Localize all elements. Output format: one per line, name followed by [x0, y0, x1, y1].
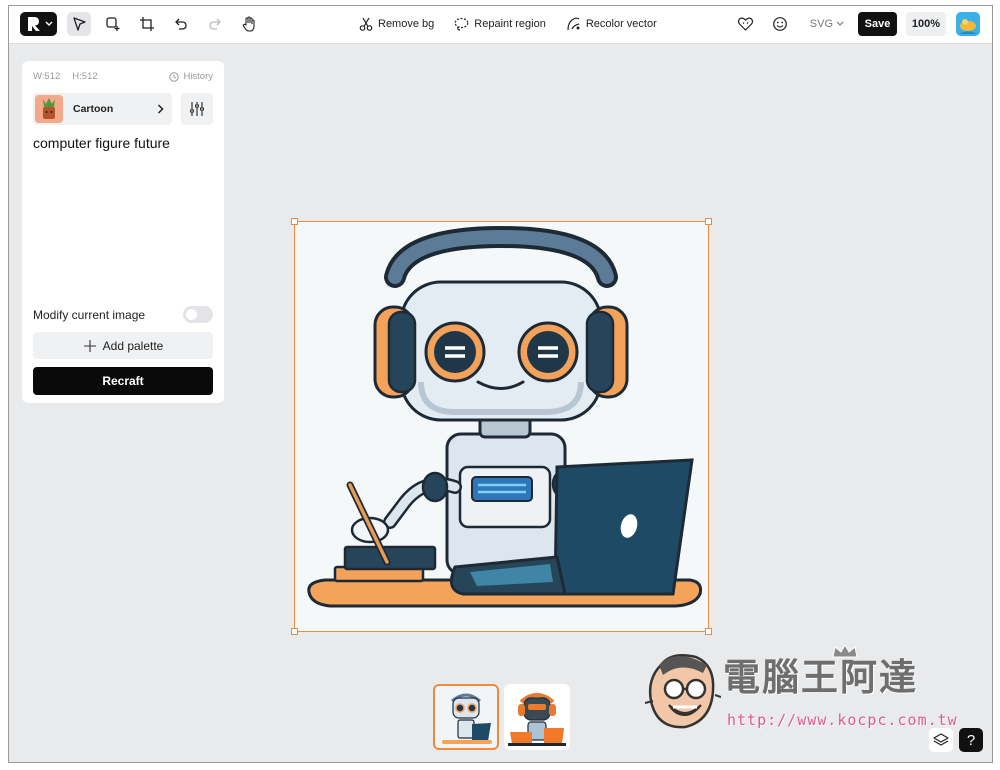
smiley-icon — [772, 17, 787, 31]
style-label: Cartoon — [73, 103, 114, 115]
redo-icon — [209, 18, 221, 30]
hand-icon — [242, 16, 255, 32]
app-menu-button[interactable] — [20, 12, 57, 36]
select-tool[interactable] — [67, 12, 91, 36]
clock-icon — [169, 71, 180, 82]
redo-button[interactable] — [203, 12, 227, 36]
style-selector[interactable]: Cartoon — [33, 93, 172, 125]
resize-handle-bottom-left[interactable] — [291, 628, 298, 635]
generated-image[interactable] — [291, 218, 712, 635]
right-toolbar-group: SVG Save 100% — [734, 12, 980, 36]
history-label: History — [183, 71, 213, 82]
cactus-pot-image — [35, 95, 63, 123]
modify-current-image-row: Modify current image — [33, 306, 213, 323]
add-palette-label: Add palette — [102, 338, 164, 353]
watermark-url: http://www.kocpc.com.tw — [727, 711, 958, 729]
user-avatar[interactable] — [956, 12, 980, 36]
modify-toggle[interactable] — [183, 306, 213, 323]
save-button[interactable]: Save — [858, 12, 897, 36]
crop-tool[interactable] — [135, 12, 159, 36]
logo-icon — [27, 17, 40, 31]
generation-panel: W:512 H:512 History Cartoon computer fig… — [22, 61, 224, 403]
ai-tools-group: Remove bg Repaint region Recolor vector — [359, 14, 657, 34]
width-value: W:512 — [33, 71, 61, 82]
format-label: SVG — [809, 18, 833, 30]
scissors-icon — [359, 17, 373, 31]
modify-label: Modify current image — [33, 307, 146, 322]
plus-icon — [83, 339, 96, 352]
crop-icon — [140, 17, 154, 31]
style-thumbnail — [35, 95, 63, 123]
chevron-down-icon — [45, 21, 52, 26]
watermark: 電腦王阿達 http://www.kocpc.com.tw — [641, 643, 961, 738]
undo-button[interactable] — [169, 12, 193, 36]
watermark-title: 電腦王阿達 — [723, 656, 918, 699]
resize-handle-top-left[interactable] — [291, 218, 298, 225]
recolor-icon — [567, 17, 580, 31]
layers-icon — [933, 733, 949, 746]
layers-button[interactable] — [929, 728, 953, 752]
add-palette-button[interactable]: Add palette — [33, 332, 213, 359]
height-value: H:512 — [72, 71, 98, 82]
variation-thumbnail[interactable] — [433, 684, 499, 750]
prompt-textarea[interactable]: computer figure future — [33, 135, 170, 151]
face-tool-button[interactable] — [768, 12, 792, 36]
heart-face-icon — [738, 17, 754, 31]
recolor-vector-button[interactable]: Recolor vector — [566, 14, 657, 34]
sliders-icon — [190, 102, 204, 116]
history-button[interactable]: History — [169, 71, 213, 82]
repaint-region-button[interactable]: Repaint region — [454, 14, 546, 34]
robot-thumbnail-image — [436, 687, 496, 747]
avatar-image — [956, 12, 980, 36]
top-toolbar: Remove bg Repaint region Recolor vector … — [9, 6, 992, 44]
format-dropdown[interactable]: SVG — [810, 18, 844, 30]
resize-handle-bottom-right[interactable] — [705, 628, 712, 635]
remove-bg-button[interactable]: Remove bg — [359, 14, 434, 34]
mockup-button[interactable] — [734, 12, 758, 36]
style-settings-button[interactable] — [181, 93, 213, 125]
cursor-icon — [73, 17, 86, 31]
remove-bg-label: Remove bg — [378, 18, 435, 30]
robot-thumbnail-image — [504, 684, 570, 750]
variation-thumbnail[interactable] — [504, 684, 570, 750]
undo-icon — [175, 18, 187, 30]
hand-tool[interactable] — [237, 12, 261, 36]
recraft-button[interactable]: Recraft — [33, 367, 213, 395]
resize-handle-top-right[interactable] — [705, 218, 712, 225]
frame-plus-icon — [106, 17, 120, 31]
lasso-icon — [454, 17, 469, 31]
watermark-mascot-image — [644, 654, 721, 729]
recolor-vector-label: Recolor vector — [585, 18, 657, 30]
robot-illustration — [307, 225, 702, 608]
chevron-right-icon — [157, 104, 164, 114]
add-frame-tool[interactable] — [101, 12, 125, 36]
zoom-level-button[interactable]: 100% — [906, 12, 946, 36]
dimensions: W:512 H:512 — [33, 71, 98, 82]
variation-thumbnails — [433, 684, 570, 750]
chevron-down-icon — [836, 21, 844, 26]
app-window: Remove bg Repaint region Recolor vector … — [8, 5, 993, 763]
help-button[interactable]: ? — [959, 728, 983, 752]
repaint-region-label: Repaint region — [474, 18, 546, 30]
